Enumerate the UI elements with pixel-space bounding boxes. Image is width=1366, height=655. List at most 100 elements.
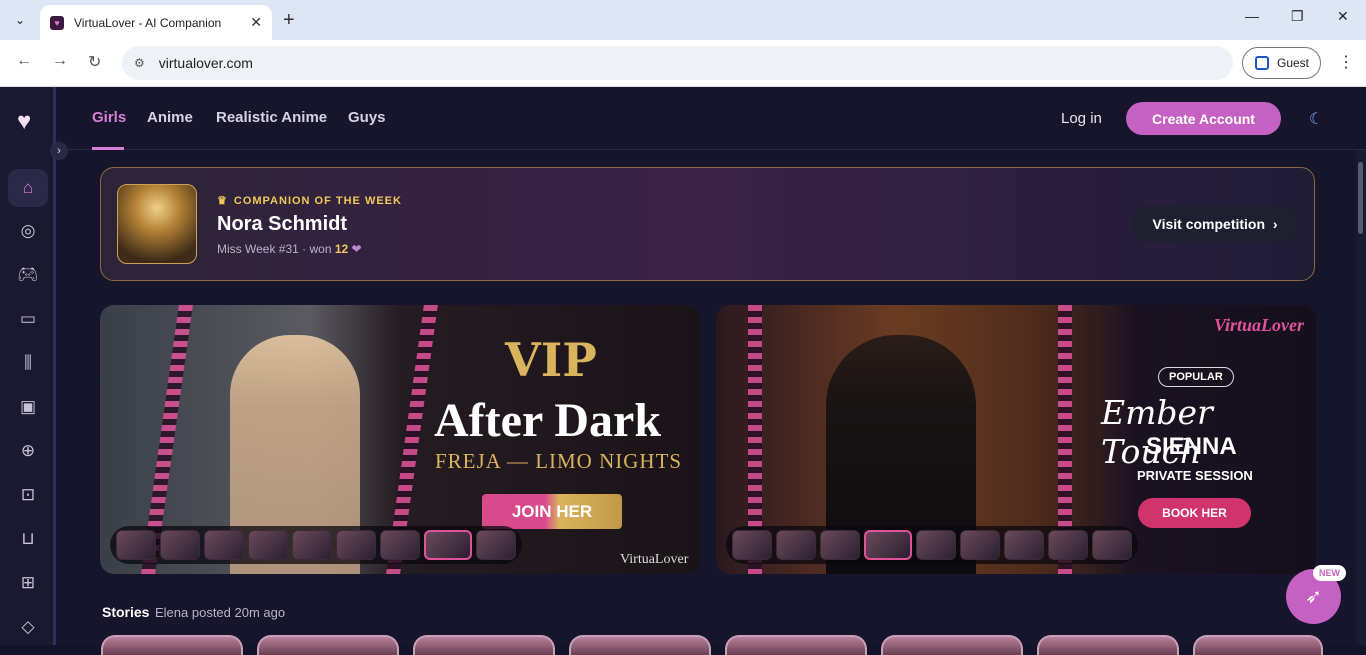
browser-menu-icon[interactable]: ⋮	[1338, 52, 1354, 72]
banner-title: After Dark	[434, 394, 662, 447]
tab-girls[interactable]: Girls	[92, 109, 126, 126]
story-card[interactable]	[881, 635, 1023, 655]
gamepad-icon: 🎮︎	[17, 265, 39, 284]
top-nav: Girls Anime Realistic Anime Guys Log in …	[60, 87, 1366, 150]
thumbnail[interactable]	[292, 530, 332, 560]
thumbnail[interactable]	[1092, 530, 1132, 560]
thumbnail-strip	[726, 526, 1138, 564]
banner-vip-after-dark[interactable]: VIP After Dark FREJA — LIMO NIGHTS JOIN …	[100, 305, 700, 574]
window-close-icon[interactable]: ✕	[1337, 8, 1349, 25]
page: ♥ ⌂ ◎ 🎮︎ ▭ ⫼ ▣ ⊕ ⊡ ⊔ ⊞ ◇ › Girls Anime Realistic A…	[0, 87, 1366, 655]
story-card[interactable]	[413, 635, 555, 655]
thumbnail[interactable]	[1048, 530, 1088, 560]
thumbnail-selected[interactable]	[864, 530, 912, 560]
thumbnail[interactable]	[732, 530, 772, 560]
crown-icon: ♛	[217, 195, 228, 207]
plus-circle-icon: ⊕	[20, 441, 36, 460]
tab-title: VirtuaLover - AI Companion	[74, 15, 222, 30]
sidebar-item-library[interactable]: ⫼	[8, 344, 48, 382]
theme-moon-icon[interactable]: ☾	[1309, 109, 1323, 129]
bot-icon: ⊡	[20, 485, 36, 504]
scrollbar-thumb[interactable]	[1358, 162, 1363, 234]
thumbnail[interactable]	[960, 530, 1000, 560]
back-icon[interactable]: ←	[16, 52, 32, 70]
thumbnail[interactable]	[204, 530, 244, 560]
browser-tabbar: ⌄ ♥ VirtuaLover - AI Companion ✕ + — ❐ ✕	[0, 0, 1366, 40]
reload-icon[interactable]: ↻	[88, 52, 101, 72]
thumbnail[interactable]	[248, 530, 288, 560]
book-her-button[interactable]: BOOK HER	[1138, 498, 1251, 528]
profile-label: Guest	[1277, 56, 1310, 70]
cotw-subtitle: Miss Week #31 · won 12 ❤	[217, 242, 362, 256]
banner-session: PRIVATE SESSION	[1137, 468, 1253, 483]
join-her-button[interactable]: JOIN HER	[482, 494, 622, 529]
story-card[interactable]	[1193, 635, 1323, 655]
sidebar-item-bag[interactable]: ⊔	[8, 520, 48, 558]
cotw-avatar[interactable]	[117, 184, 197, 264]
thumbnail[interactable]	[336, 530, 376, 560]
tab-realistic-anime[interactable]: Realistic Anime	[216, 109, 327, 126]
browser-tab[interactable]: ♥ VirtuaLover - AI Companion ✕	[40, 5, 272, 40]
library-icon: ⫼	[24, 353, 32, 372]
thumbnail[interactable]	[776, 530, 816, 560]
story-card[interactable]	[1037, 635, 1179, 655]
logo-heart-icon[interactable]: ♥	[17, 108, 31, 136]
story-card[interactable]	[569, 635, 711, 655]
url-input[interactable]: ⚙ virtualover.com	[122, 46, 1233, 80]
stories-subtitle: Elena posted 20m ago	[155, 605, 286, 620]
tab-search-chevron-icon[interactable]: ⌄	[8, 8, 32, 32]
thumbnail[interactable]	[916, 530, 956, 560]
thumbnail-selected[interactable]	[424, 530, 472, 560]
thumbnail[interactable]	[380, 530, 420, 560]
stories-heading: Stories	[102, 604, 150, 620]
sidebar-item-home[interactable]: ⌂	[8, 169, 48, 207]
cotw-name: Nora Schmidt	[217, 213, 348, 235]
sidebar-item-gift[interactable]: ⊞	[8, 564, 48, 602]
minimize-icon[interactable]: —	[1245, 8, 1259, 24]
new-tab-icon[interactable]: +	[283, 9, 295, 32]
url-text: virtualover.com	[158, 55, 253, 71]
banner-brand: VirtuaLover	[1214, 315, 1305, 335]
home-icon: ⌂	[22, 178, 34, 197]
sidebar-item-bot[interactable]: ⊡	[8, 476, 48, 514]
sidebar-item-chat[interactable]: ▭	[8, 300, 48, 338]
story-card[interactable]	[257, 635, 399, 655]
sidebar: ♥ ⌂ ◎ 🎮︎ ▭ ⫼ ▣ ⊕ ⊡ ⊔ ⊞ ◇	[0, 87, 56, 645]
tab-anime[interactable]: Anime	[147, 109, 193, 126]
sidebar-item-compass[interactable]: ◎	[8, 212, 48, 250]
thumbnail[interactable]	[476, 530, 516, 560]
sidebar-item-gamepad[interactable]: 🎮︎	[8, 256, 48, 294]
tag-icon: ◇	[21, 617, 35, 636]
thumbnail-strip	[110, 526, 522, 564]
create-account-button[interactable]: Create Account	[1126, 102, 1281, 135]
tab-guys[interactable]: Guys	[348, 109, 386, 126]
story-card[interactable]	[725, 635, 867, 655]
restore-icon[interactable]: ❐	[1291, 8, 1304, 25]
sidebar-item-image[interactable]: ▣	[8, 388, 48, 426]
tab-close-icon[interactable]: ✕	[250, 14, 262, 31]
sidebar-item-tag[interactable]: ◇	[8, 608, 48, 646]
forward-icon[interactable]: →	[52, 52, 68, 70]
favicon-heart-icon: ♥	[50, 15, 64, 30]
compass-icon: ◎	[20, 221, 36, 240]
thumbnail[interactable]	[1004, 530, 1044, 560]
thumbnail[interactable]	[820, 530, 860, 560]
sidebar-item-plus-circle[interactable]: ⊕	[8, 432, 48, 470]
companion-of-week-card: ♛ COMPANION OF THE WEEK Nora Schmidt Miss…	[100, 167, 1315, 281]
sidebar-expand-icon[interactable]: ›	[50, 142, 68, 160]
banner-vip: VIP	[505, 333, 597, 387]
thumbnail[interactable]	[160, 530, 200, 560]
site-info-icon[interactable]: ⚙	[134, 56, 145, 70]
rocket-icon: ➶	[1305, 586, 1322, 608]
banner-name: SIENNA	[1146, 433, 1237, 460]
profile-button[interactable]: Guest	[1242, 47, 1321, 79]
cotw-label: ♛ COMPANION OF THE WEEK	[217, 195, 402, 207]
banner-brand: VirtuaLover	[620, 552, 689, 567]
address-bar: ← → ↻ ⚙ virtualover.com Guest ⋮	[0, 40, 1366, 87]
login-link[interactable]: Log in	[1061, 110, 1102, 127]
story-card[interactable]	[101, 635, 243, 655]
bag-icon: ⊔	[21, 529, 35, 548]
visit-competition-button[interactable]: Visit competition ›	[1131, 206, 1299, 242]
banner-ember-touch[interactable]: VirtuaLover POPULAR Ember Touch SIENNA P…	[716, 305, 1316, 574]
thumbnail[interactable]	[116, 530, 156, 560]
